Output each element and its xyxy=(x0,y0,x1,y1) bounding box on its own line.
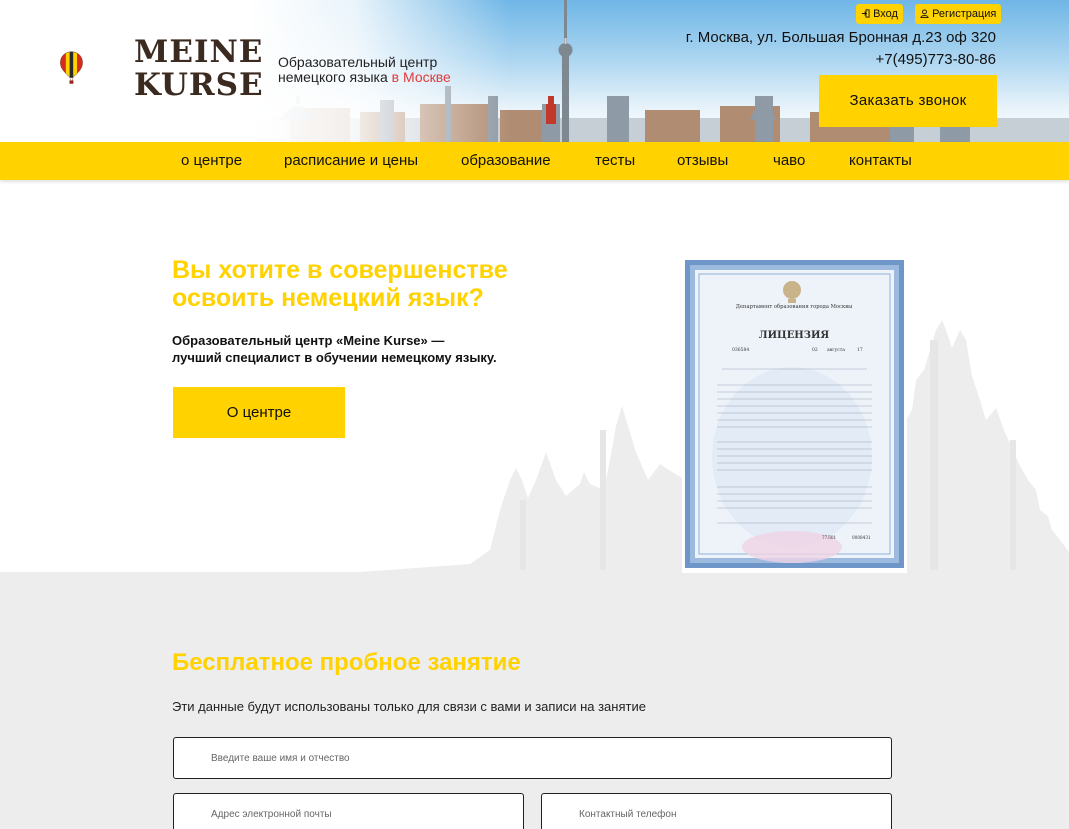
hot-air-balloon-logo[interactable] xyxy=(60,22,134,114)
hero-title-line-2: освоить немецкий язык? xyxy=(172,284,484,312)
license-month: августа xyxy=(827,348,845,353)
trial-lesson-title: Бесплатное пробное занятие xyxy=(172,649,521,676)
login-icon xyxy=(861,8,873,20)
nav-item-faq[interactable]: чаво xyxy=(773,142,805,179)
nav-item-contacts[interactable]: контакты xyxy=(849,142,912,179)
phone-field[interactable] xyxy=(541,793,892,829)
email-field[interactable] xyxy=(173,793,524,829)
license-day: 02 xyxy=(812,347,818,353)
hero-title-line-1: Вы хотите в совершенстве xyxy=(172,256,508,284)
phone-number[interactable]: +7(495)773-80-86 xyxy=(875,51,996,68)
nav-item-education[interactable]: образование xyxy=(461,142,551,179)
hero-subtitle: Образовательный центр «Meine Kurse» — лу… xyxy=(172,332,497,366)
header-tagline: Образовательный центр немецкого языка в … xyxy=(278,55,451,85)
user-icon xyxy=(920,8,932,20)
nav-item-about[interactable]: о центре xyxy=(181,142,242,179)
office-address: г. Москва, ул. Большая Бронная д.23 оф 3… xyxy=(685,29,996,46)
license-department: Департамент образования города Москвы xyxy=(736,303,853,310)
license-serial: 0008431 xyxy=(852,535,871,540)
about-center-button[interactable]: О центре xyxy=(173,387,345,438)
brand-word-1: MEINE xyxy=(134,34,264,70)
login-button[interactable]: Вход xyxy=(856,4,903,24)
tagline-city: в Москве xyxy=(391,69,451,85)
site-header: MEINE KURSE Образовательный центр немецк… xyxy=(0,0,1069,142)
brand-name[interactable]: MEINE KURSE xyxy=(134,36,264,102)
city-silhouette-background xyxy=(0,320,1069,580)
tagline-line-1: Образовательный центр xyxy=(278,54,438,70)
order-callback-button[interactable]: Заказать звонок xyxy=(819,75,997,127)
nav-item-schedule-prices[interactable]: расписание и цены xyxy=(284,142,418,179)
register-label: Регистрация xyxy=(932,8,997,20)
nav-item-reviews[interactable]: отзывы xyxy=(677,142,728,179)
main-navigation: о центре расписание и цены образование т… xyxy=(0,142,1069,180)
license-number: 036584 xyxy=(732,347,749,353)
license-document-image[interactable]: Департамент образования города Москвы ЛИ… xyxy=(682,257,907,573)
hero-subtitle-line-1: Образовательный центр «Meine Kurse» — xyxy=(172,333,445,348)
tagline-line-2: немецкого языка в Москве xyxy=(278,70,451,85)
privacy-note: Эти данные будут использованы только для… xyxy=(172,699,646,714)
brand-word-2: KURSE xyxy=(134,67,264,103)
hero-subtitle-line-2: лучший специалист в обучении немецкому я… xyxy=(172,350,497,365)
nav-item-tests[interactable]: тесты xyxy=(595,142,635,179)
name-field[interactable] xyxy=(173,737,892,779)
license-heading: ЛИЦЕНЗИЯ xyxy=(759,330,830,341)
license-form-number: 77Л01 xyxy=(822,535,836,540)
register-button[interactable]: Регистрация xyxy=(915,4,1002,24)
hero-title: Вы хотите в совершенстве освоить немецки… xyxy=(172,256,508,312)
license-year: 17 xyxy=(857,347,863,353)
tagline-language: немецкого языка xyxy=(278,69,388,85)
login-label: Вход xyxy=(873,8,898,20)
